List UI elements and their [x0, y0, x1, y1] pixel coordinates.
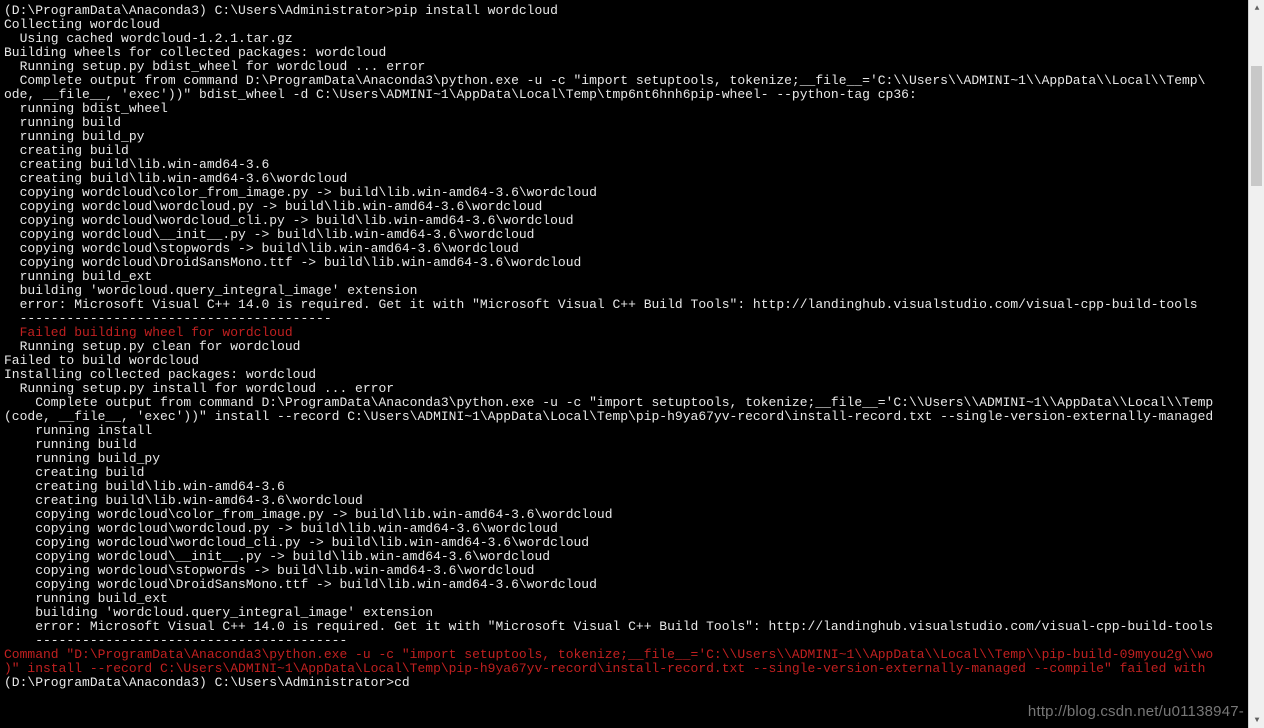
- terminal-line: copying wordcloud\color_from_image.py ->…: [4, 508, 1244, 522]
- terminal-line: copying wordcloud\color_from_image.py ->…: [4, 186, 1244, 200]
- terminal-line: Running setup.py install for wordcloud .…: [4, 382, 1244, 396]
- scroll-up-button[interactable]: ▲: [1249, 0, 1264, 16]
- terminal-line: copying wordcloud\wordcloud.py -> build\…: [4, 200, 1244, 214]
- terminal-line: Complete output from command D:\ProgramD…: [4, 396, 1244, 410]
- terminal-line: building 'wordcloud.query_integral_image…: [4, 606, 1244, 620]
- terminal-line: running build_ext: [4, 592, 1244, 606]
- terminal-line: Using cached wordcloud-1.2.1.tar.gz: [4, 32, 1244, 46]
- terminal-line: Failed building wheel for wordcloud: [4, 326, 1244, 340]
- terminal-line: Command "D:\ProgramData\Anaconda3\python…: [4, 648, 1244, 662]
- terminal-line: running build_ext: [4, 270, 1244, 284]
- terminal-line: Failed to build wordcloud: [4, 354, 1244, 368]
- chevron-down-icon: ▼: [1255, 716, 1260, 725]
- terminal-line: ----------------------------------------: [4, 312, 1244, 326]
- terminal-line: creating build\lib.win-amd64-3.6: [4, 158, 1244, 172]
- terminal-line: running build_py: [4, 452, 1244, 466]
- terminal-line: creating build: [4, 466, 1244, 480]
- terminal-line: (D:\ProgramData\Anaconda3) C:\Users\Admi…: [4, 4, 1244, 18]
- window: (D:\ProgramData\Anaconda3) C:\Users\Admi…: [0, 0, 1264, 728]
- scrollbar-thumb[interactable]: [1251, 66, 1262, 186]
- terminal-line: Building wheels for collected packages: …: [4, 46, 1244, 60]
- terminal-line: copying wordcloud\__init__.py -> build\l…: [4, 550, 1244, 564]
- terminal-line: Running setup.py clean for wordcloud: [4, 340, 1244, 354]
- terminal-line: copying wordcloud\DroidSansMono.ttf -> b…: [4, 578, 1244, 592]
- terminal-line: running bdist_wheel: [4, 102, 1244, 116]
- terminal-line: Running setup.py bdist_wheel for wordclo…: [4, 60, 1244, 74]
- terminal-line: (code, __file__, 'exec'))" install --rec…: [4, 410, 1244, 424]
- terminal-line: copying wordcloud\wordcloud.py -> build\…: [4, 522, 1244, 536]
- scrollbar-track[interactable]: [1249, 16, 1264, 712]
- terminal-line: running build_py: [4, 130, 1244, 144]
- terminal-line: ----------------------------------------: [4, 634, 1244, 648]
- terminal-line: copying wordcloud\__init__.py -> build\l…: [4, 228, 1244, 242]
- terminal-line: Complete output from command D:\ProgramD…: [4, 74, 1244, 88]
- terminal-line: (D:\ProgramData\Anaconda3) C:\Users\Admi…: [4, 676, 1244, 690]
- scroll-down-button[interactable]: ▼: [1249, 712, 1264, 728]
- vertical-scrollbar[interactable]: ▲ ▼: [1248, 0, 1264, 728]
- terminal-line: Collecting wordcloud: [4, 18, 1244, 32]
- terminal-line: copying wordcloud\stopwords -> build\lib…: [4, 242, 1244, 256]
- terminal-line: creating build: [4, 144, 1244, 158]
- terminal-line: copying wordcloud\wordcloud_cli.py -> bu…: [4, 214, 1244, 228]
- chevron-up-icon: ▲: [1255, 4, 1260, 13]
- terminal-line: creating build\lib.win-amd64-3.6\wordclo…: [4, 494, 1244, 508]
- terminal-line: ode, __file__, 'exec'))" bdist_wheel -d …: [4, 88, 1244, 102]
- terminal-line: copying wordcloud\DroidSansMono.ttf -> b…: [4, 256, 1244, 270]
- terminal-line: creating build\lib.win-amd64-3.6\wordclo…: [4, 172, 1244, 186]
- terminal-line: error: Microsoft Visual C++ 14.0 is requ…: [4, 298, 1244, 312]
- terminal-line: running build: [4, 116, 1244, 130]
- terminal-line: building 'wordcloud.query_integral_image…: [4, 284, 1244, 298]
- terminal-line: error: Microsoft Visual C++ 14.0 is requ…: [4, 620, 1244, 634]
- terminal-line: )" install --record C:\Users\ADMINI~1\Ap…: [4, 662, 1244, 676]
- terminal-line: Installing collected packages: wordcloud: [4, 368, 1244, 382]
- terminal-line: running install: [4, 424, 1244, 438]
- terminal-line: copying wordcloud\wordcloud_cli.py -> bu…: [4, 536, 1244, 550]
- terminal-output[interactable]: (D:\ProgramData\Anaconda3) C:\Users\Admi…: [0, 0, 1248, 728]
- terminal-line: copying wordcloud\stopwords -> build\lib…: [4, 564, 1244, 578]
- terminal-line: running build: [4, 438, 1244, 452]
- terminal-line: creating build\lib.win-amd64-3.6: [4, 480, 1244, 494]
